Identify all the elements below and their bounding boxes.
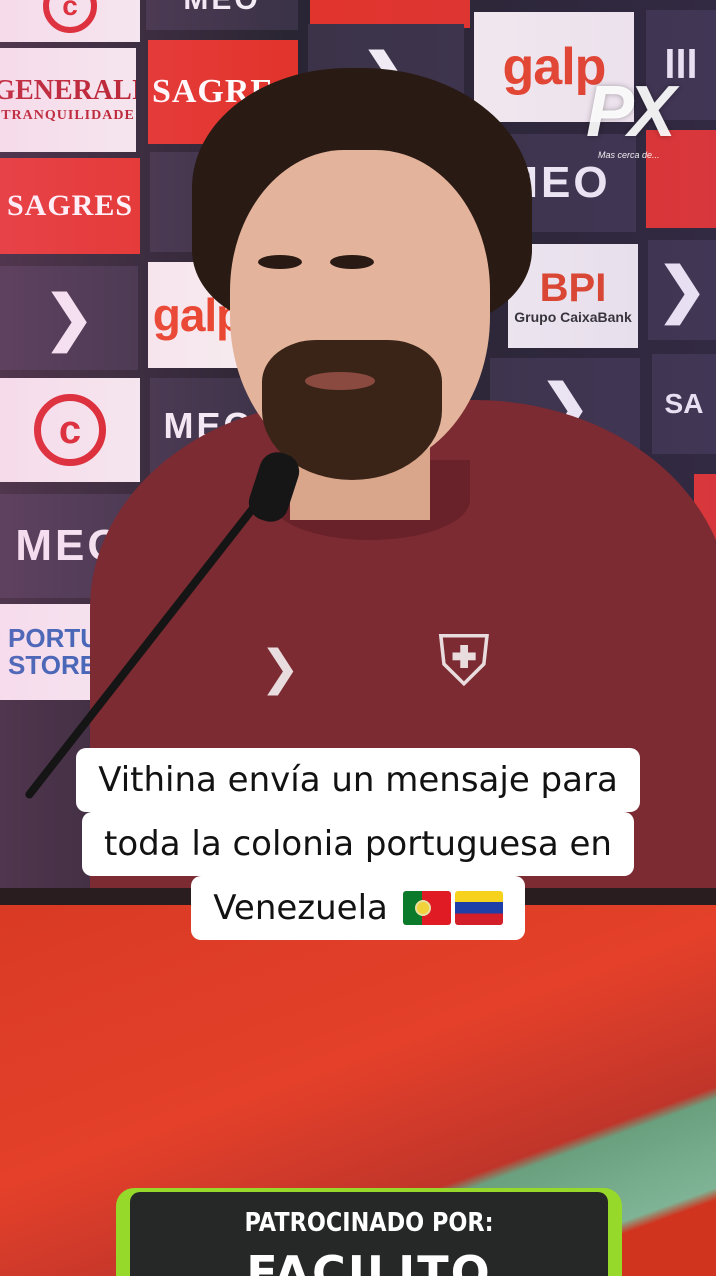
- speaker-eye-right: [330, 255, 374, 269]
- portugal-crest-icon: ⛨: [437, 622, 491, 700]
- sponsor-banner-inner: PATROCINADO POR: FACILITO: [130, 1192, 608, 1276]
- caption-line-3: Venezuela: [191, 876, 525, 940]
- px-watermark: PX Mas cerca de...: [586, 76, 716, 166]
- speaker-eye-left: [258, 255, 302, 269]
- venezuela-flag-icon: [454, 891, 503, 925]
- px-logo: PX: [586, 72, 676, 152]
- puma-logo-icon: ❯: [259, 642, 301, 695]
- video-caption: Vithina envía un mensaje para toda la co…: [0, 748, 716, 940]
- speaker-mouth: [305, 372, 375, 390]
- caption-line-2: toda la colonia portuguesa en: [82, 812, 634, 876]
- sponsor-banner: PATROCINADO POR: FACILITO: [116, 1188, 622, 1276]
- portugal-flag-icon: [402, 891, 451, 925]
- sponsor-name: FACILITO: [246, 1246, 492, 1276]
- sponsor-label: PATROCINADO POR:: [244, 1208, 494, 1238]
- caption-line-1: Vithina envía un mensaje para: [76, 748, 640, 812]
- caption-line-3-text: Venezuela: [213, 888, 388, 928]
- px-tagline: Mas cerca de...: [598, 150, 660, 160]
- video-frame: c MEO GENERALI TRANQUILIDADE SAGRES ❯ ga…: [0, 0, 716, 1276]
